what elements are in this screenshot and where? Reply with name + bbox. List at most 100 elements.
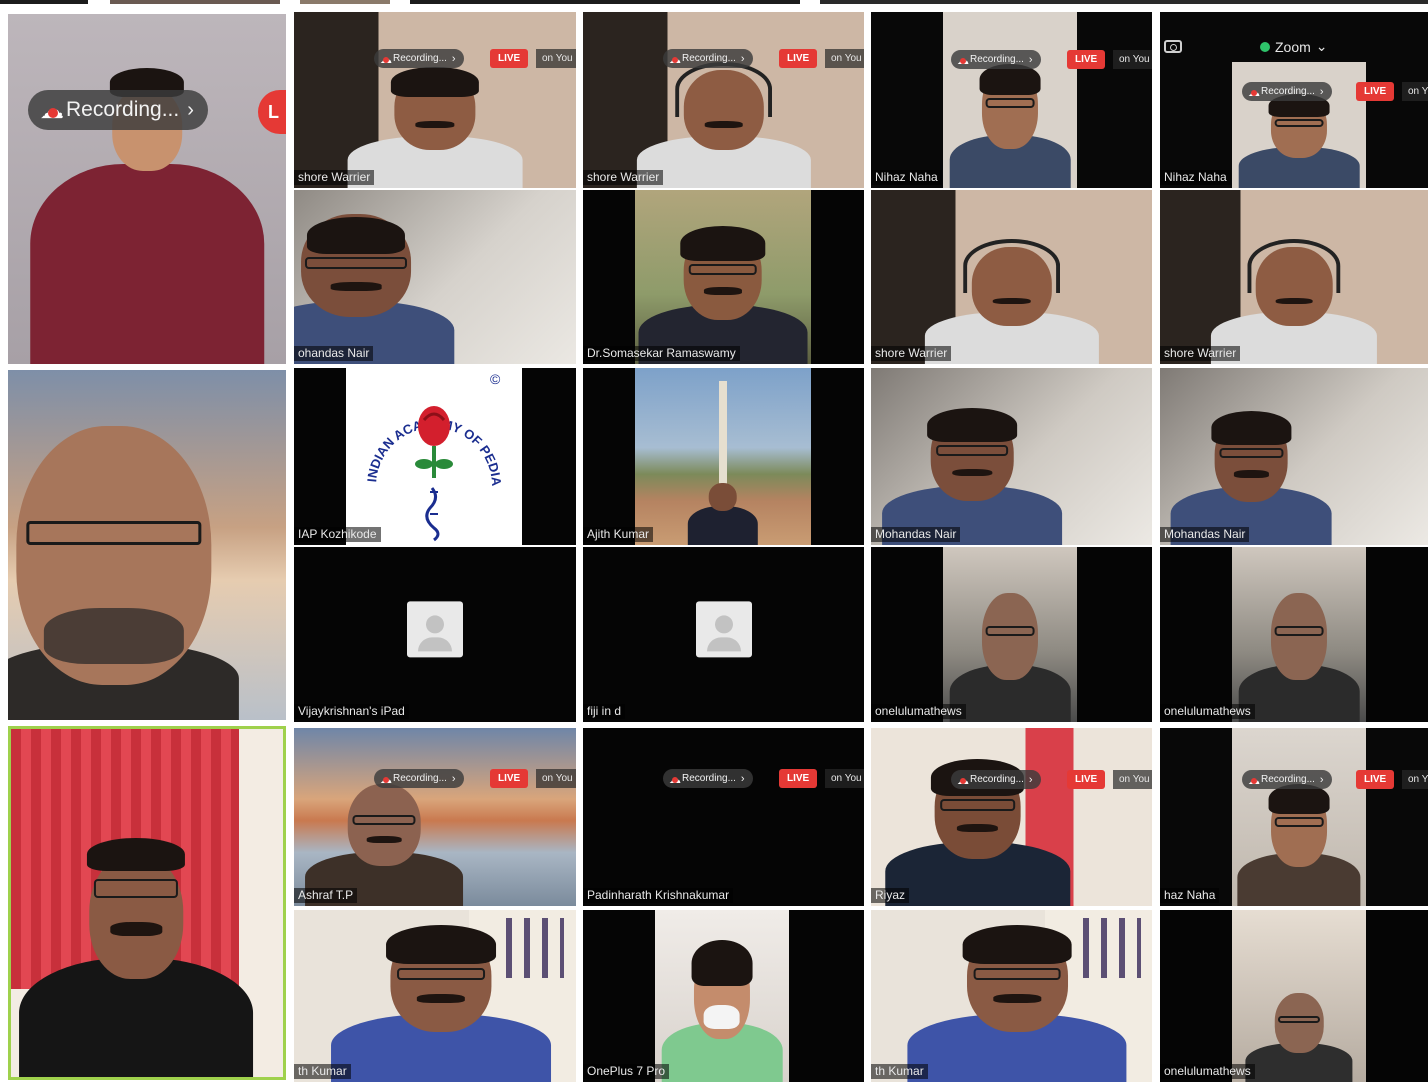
video-tile[interactable]: onelulumathews bbox=[1160, 910, 1428, 1082]
video-tile[interactable]: INDIAN ACADEMY OF PEDIATRICS © IAP Kozhi… bbox=[294, 368, 576, 545]
participant-figure bbox=[885, 739, 1071, 906]
participant-figure bbox=[638, 207, 808, 364]
participant-name: fiji in d bbox=[583, 704, 626, 719]
participant-figure bbox=[882, 389, 1063, 545]
live-on-youtube-label: on You bbox=[536, 49, 576, 68]
default-avatar-icon bbox=[407, 600, 463, 657]
live-badge[interactable]: LIVE bbox=[779, 49, 818, 68]
participant-name: Mohandas Nair bbox=[1160, 527, 1250, 542]
participant-name: Ashraf T.P bbox=[294, 888, 358, 903]
recording-indicator[interactable]: ☁ Recording... › bbox=[663, 769, 753, 788]
participant-name: Padinharath Krishnakumar bbox=[583, 888, 734, 903]
participant-figure bbox=[1170, 393, 1332, 545]
participant-figure bbox=[907, 910, 1127, 1082]
recording-label: Recording... bbox=[682, 773, 736, 784]
cloud-recording-icon: ☁ bbox=[40, 96, 64, 125]
video-tile[interactable]: ohandas Nair bbox=[294, 190, 576, 364]
video-tile-camera-off[interactable]: fiji in d bbox=[583, 547, 864, 722]
chevron-right-icon: › bbox=[1319, 773, 1324, 786]
zoom-menu-label: Zoom bbox=[1275, 38, 1311, 55]
video-tile[interactable]: Mohandas Nair bbox=[871, 368, 1152, 545]
participant-name: OnePlus 7 Pro bbox=[583, 1064, 670, 1079]
live-badge[interactable]: LIVE bbox=[1067, 770, 1106, 789]
live-on-youtube-label: on You bbox=[825, 769, 864, 788]
video-tile-camera-off[interactable]: Vijaykrishnan's iPad bbox=[294, 547, 576, 722]
recording-label: Recording... bbox=[682, 53, 736, 64]
video-tile[interactable]: ☁ Recording... › LIVE on You shore Warri… bbox=[294, 12, 576, 188]
participant-figure bbox=[1238, 572, 1360, 722]
video-tile[interactable]: onelulumathews bbox=[1160, 547, 1428, 722]
video-tile[interactable]: ☁ Recording... › LIVE on You Ashraf T.P bbox=[294, 728, 576, 906]
video-tile[interactable]: th Kumar bbox=[294, 910, 576, 1082]
video-tile[interactable]: ☁ Recording... › LIVE on You Riyaz bbox=[871, 728, 1152, 906]
previous-row-strip bbox=[0, 0, 1428, 6]
video-tile-zoom-window[interactable]: Zoom ⌄ ☁ Recording... › LIVE on You Niha… bbox=[1160, 12, 1428, 188]
recording-label: Recording... bbox=[393, 773, 447, 784]
recording-indicator[interactable]: ☁ Recording... › bbox=[951, 50, 1041, 69]
recording-indicator[interactable]: ☁ Recording... › bbox=[374, 49, 464, 68]
video-tile[interactable]: onelulumathews bbox=[871, 547, 1152, 722]
video-tile-active-speaker[interactable] bbox=[8, 726, 286, 1080]
video-tile-bridge-participant[interactable] bbox=[8, 370, 286, 720]
live-badge[interactable]: LIVE bbox=[1356, 82, 1395, 101]
cloud-recording-icon: ☁ bbox=[1248, 773, 1260, 787]
recording-indicator[interactable]: ☁ Recording... › bbox=[1242, 82, 1332, 101]
live-on-youtube-label: on You bbox=[1113, 50, 1152, 69]
participant-name: Mohandas Nair bbox=[871, 527, 961, 542]
zoom-app-menu[interactable]: Zoom ⌄ bbox=[1260, 38, 1328, 55]
recording-label: Recording... bbox=[393, 53, 447, 64]
video-tile[interactable]: Ajith Kumar bbox=[583, 368, 864, 545]
video-tile[interactable]: ☁ Recording... › LIVE on You shore Warri… bbox=[583, 12, 864, 188]
participant-figure bbox=[8, 370, 239, 720]
participant-name: shore Warrier bbox=[871, 346, 952, 361]
participant-figure bbox=[949, 572, 1071, 722]
video-tile[interactable]: th Kumar bbox=[871, 910, 1152, 1082]
chevron-right-icon: › bbox=[1028, 773, 1033, 786]
video-tile[interactable]: Mohandas Nair bbox=[1160, 368, 1428, 545]
participant-name: Ajith Kumar bbox=[583, 527, 654, 542]
recording-indicator[interactable]: ☁ Recording... › bbox=[1242, 770, 1332, 789]
video-tile[interactable]: ☁ Recording... › LIVE on You Padinharath… bbox=[583, 728, 864, 906]
cloud-recording-icon: ☁ bbox=[1248, 85, 1260, 99]
recording-indicator[interactable]: ☁ Recording... › bbox=[28, 90, 208, 130]
chevron-right-icon: › bbox=[187, 98, 194, 121]
video-tile[interactable]: OnePlus 7 Pro bbox=[583, 910, 864, 1082]
recording-indicator[interactable]: ☁ Recording... › bbox=[374, 769, 464, 788]
video-tile[interactable]: ☁ Recording... › LIVE on You Nihaz Naha bbox=[871, 12, 1152, 188]
chevron-right-icon: › bbox=[1319, 85, 1324, 98]
live-badge[interactable]: LIVE bbox=[490, 49, 529, 68]
participant-name: onelulumathews bbox=[871, 704, 966, 719]
participant-name: Nihaz Naha bbox=[871, 170, 942, 185]
cloud-recording-icon: ☁ bbox=[669, 52, 681, 66]
copyright-symbol: © bbox=[490, 371, 501, 387]
chevron-right-icon: › bbox=[451, 772, 456, 785]
chevron-right-icon: › bbox=[1028, 53, 1033, 66]
video-tile[interactable]: ☁ Recording... › LIVE on You haz Naha bbox=[1160, 728, 1428, 906]
participant-name: IAP Kozhikode bbox=[294, 527, 381, 542]
video-tile[interactable]: shore Warrier bbox=[871, 190, 1152, 364]
live-badge[interactable]: LIVE bbox=[1356, 770, 1395, 789]
switch-camera-icon[interactable] bbox=[1164, 40, 1182, 53]
participant-name: Riyaz bbox=[871, 888, 910, 903]
participant-figure bbox=[687, 474, 759, 545]
participant-name: shore Warrier bbox=[1160, 346, 1241, 361]
recording-label: Recording... bbox=[1261, 774, 1315, 785]
recording-label: Recording... bbox=[970, 54, 1024, 65]
video-tile-host-recording[interactable]: ☁ Recording... › L bbox=[8, 14, 286, 364]
video-tile[interactable]: Dr.Somasekar Ramaswamy bbox=[583, 190, 864, 364]
participant-name: ohandas Nair bbox=[294, 346, 374, 361]
recording-indicator[interactable]: ☁ Recording... › bbox=[951, 770, 1041, 789]
cloud-recording-icon: ☁ bbox=[957, 53, 969, 67]
participant-name: Vijaykrishnan's iPad bbox=[294, 704, 409, 719]
live-badge[interactable]: LIVE bbox=[1067, 50, 1106, 69]
live-badge[interactable]: LIVE bbox=[490, 769, 529, 788]
participant-name: haz Naha bbox=[1160, 888, 1220, 903]
chevron-right-icon: › bbox=[451, 52, 456, 65]
participant-name: shore Warrier bbox=[294, 170, 375, 185]
participant-figure bbox=[661, 927, 783, 1082]
participant-figure bbox=[1210, 228, 1378, 364]
recording-indicator[interactable]: ☁ Recording... › bbox=[663, 49, 753, 68]
live-badge[interactable]: LIVE bbox=[779, 769, 818, 788]
participant-figure bbox=[347, 51, 523, 188]
video-tile[interactable]: shore Warrier bbox=[1160, 190, 1428, 364]
